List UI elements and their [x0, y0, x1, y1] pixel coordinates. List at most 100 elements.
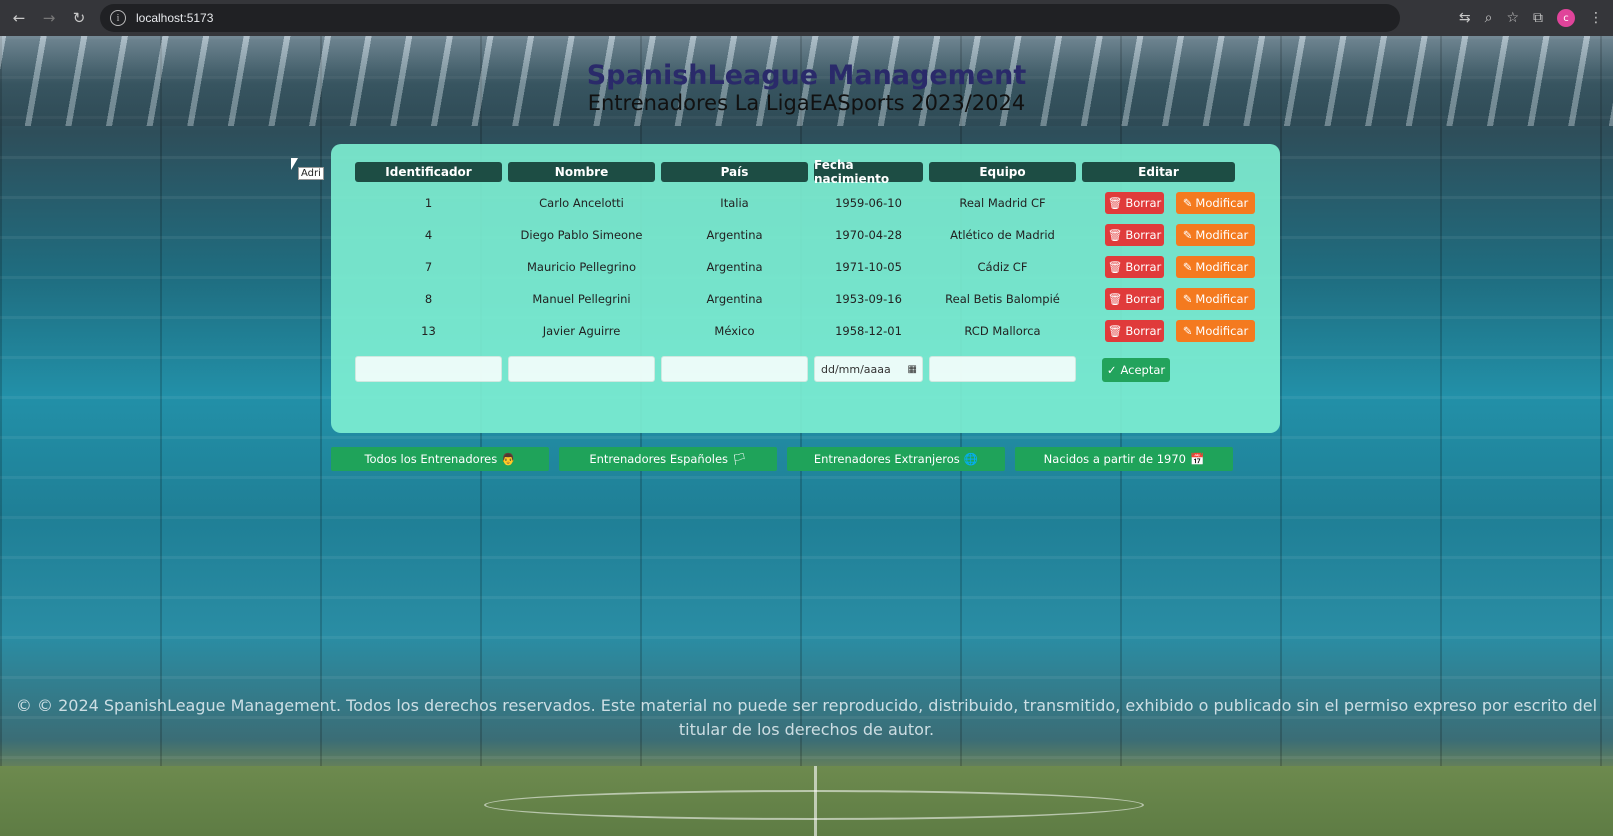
pais-input[interactable]	[661, 356, 808, 382]
cell-equipo: Atlético de Madrid	[950, 228, 1055, 242]
edit-button[interactable]: ✎ Modificar	[1176, 288, 1255, 310]
extensions-icon[interactable]: ⧉	[1533, 10, 1543, 26]
edit-label: Modificar	[1195, 260, 1249, 274]
cell-id: 7	[424, 260, 433, 274]
table-row: 13 Javier Aguirre México 1958-12-01 RCD …	[331, 315, 1280, 347]
accept-button[interactable]: ✓ Aceptar	[1102, 358, 1170, 382]
browser-toolbar: ← → ↻ i localhost:5173 ⇆ ⌕ ☆ ⧉ c ⋮	[0, 0, 1613, 36]
pencil-icon: ✎	[1182, 292, 1193, 306]
trash-icon: 🗑	[1107, 196, 1123, 210]
cell-pais: Argentina	[706, 228, 763, 242]
header-equipo: Equipo	[929, 162, 1076, 182]
cell-nombre: Javier Aguirre	[542, 324, 621, 338]
address-bar[interactable]: i localhost:5173	[100, 4, 1400, 32]
edit-label: Modificar	[1195, 324, 1249, 338]
page-background: SpanishLeague Management Entrenadores La…	[0, 36, 1613, 836]
header-nombre: Nombre	[508, 162, 655, 182]
filter-born-after-1970-button[interactable]: Nacidos a partir de 1970 📅	[1015, 447, 1233, 471]
table-row: 8 Manuel Pellegrini Argentina 1953-09-16…	[331, 283, 1280, 315]
flag-icon: 🏳	[732, 452, 747, 466]
pencil-icon: ✎	[1182, 324, 1193, 338]
filter-label: Entrenadores Españoles	[589, 452, 729, 466]
table-row: 4 Diego Pablo Simeone Argentina 1970-04-…	[331, 219, 1280, 251]
url-text: localhost:5173	[136, 11, 214, 25]
cell-fecha: 1971-10-05	[835, 260, 902, 274]
page-title: SpanishLeague Management	[586, 60, 1027, 91]
header-fecha-nacimiento: Fecha nacimiento	[814, 158, 923, 186]
cell-equipo: RCD Mallorca	[964, 324, 1041, 338]
edit-button[interactable]: ✎ Modificar	[1176, 320, 1255, 342]
back-icon[interactable]: ←	[8, 7, 30, 29]
site-info-icon[interactable]: i	[110, 10, 126, 26]
translate-icon[interactable]: ⇆	[1459, 10, 1471, 26]
delete-label: Borrar	[1125, 292, 1162, 306]
cell-nombre: Mauricio Pellegrino	[526, 260, 636, 274]
check-icon: ✓	[1106, 363, 1117, 377]
pencil-icon: ✎	[1182, 260, 1193, 274]
mouse-cursor-icon	[291, 158, 298, 170]
page-subtitle: Entrenadores La LigaEASports 2023/2024	[587, 91, 1026, 115]
cell-equipo: Cádiz CF	[977, 260, 1028, 274]
menu-kebab-icon[interactable]: ⋮	[1589, 10, 1603, 26]
cell-pais: Argentina	[706, 260, 763, 274]
edit-label: Modificar	[1195, 292, 1249, 306]
equipo-input[interactable]	[929, 356, 1076, 382]
cell-fecha: 1959-06-10	[835, 196, 902, 210]
new-coach-form: dd/mm/aaaa ▦ ✓ Aceptar	[331, 356, 1280, 382]
trash-icon: 🗑	[1107, 292, 1123, 306]
header-editar: Editar	[1082, 162, 1235, 182]
filter-all-coaches-button[interactable]: Todos los Entrenadores 👨	[331, 447, 549, 471]
trash-icon: 🗑	[1107, 228, 1123, 242]
trash-icon: 🗑	[1107, 260, 1123, 274]
nombre-input[interactable]	[508, 356, 655, 382]
zoom-icon[interactable]: ⌕	[1485, 10, 1493, 26]
table-row: 1 Carlo Ancelotti Italia 1959-06-10 Real…	[331, 187, 1280, 219]
cell-nombre: Carlo Ancelotti	[539, 196, 624, 210]
delete-label: Borrar	[1125, 228, 1162, 242]
copyright-footer: © © 2024 SpanishLeague Management. Todos…	[15, 696, 1598, 739]
cell-pais: Argentina	[706, 292, 763, 306]
filter-spanish-coaches-button[interactable]: Entrenadores Españoles 🏳	[559, 447, 777, 471]
delete-button[interactable]: 🗑 Borrar	[1105, 288, 1164, 310]
delete-label: Borrar	[1125, 324, 1162, 338]
cell-nombre: Diego Pablo Simeone	[520, 228, 643, 242]
calendar-icon: 📅	[1189, 452, 1205, 466]
cell-fecha: 1970-04-28	[835, 228, 902, 242]
edit-button[interactable]: ✎ Modificar	[1176, 256, 1255, 278]
delete-label: Borrar	[1125, 260, 1162, 274]
pencil-icon: ✎	[1182, 196, 1193, 210]
id-input[interactable]	[355, 356, 502, 382]
table-row: 7 Mauricio Pellegrino Argentina 1971-10-…	[331, 251, 1280, 283]
pencil-icon: ✎	[1182, 228, 1193, 242]
filter-label: Entrenadores Extranjeros	[813, 452, 960, 466]
forward-icon[interactable]: →	[38, 7, 60, 29]
filter-foreign-coaches-button[interactable]: Entrenadores Extranjeros 🌐	[787, 447, 1005, 471]
cell-pais: Italia	[720, 196, 749, 210]
profile-avatar[interactable]: c	[1557, 9, 1575, 27]
fecha-date-input[interactable]: dd/mm/aaaa ▦	[814, 356, 923, 382]
edit-label: Modificar	[1195, 196, 1249, 210]
filter-label: Nacidos a partir de 1970	[1043, 452, 1186, 466]
edit-button[interactable]: ✎ Modificar	[1176, 192, 1255, 214]
delete-label: Borrar	[1125, 196, 1162, 210]
delete-button[interactable]: 🗑 Borrar	[1105, 320, 1164, 342]
cell-id: 1	[424, 196, 433, 210]
coaches-panel: Identificador Nombre País Fecha nacimien…	[331, 144, 1280, 433]
calendar-icon[interactable]: ▦	[908, 364, 917, 375]
cell-id: 4	[424, 228, 433, 242]
cell-id: 13	[421, 324, 436, 338]
reload-icon[interactable]: ↻	[68, 7, 90, 29]
trash-icon: 🗑	[1107, 324, 1123, 338]
edit-button[interactable]: ✎ Modificar	[1176, 224, 1255, 246]
delete-button[interactable]: 🗑 Borrar	[1105, 224, 1164, 246]
bookmark-star-icon[interactable]: ☆	[1506, 10, 1519, 26]
filter-label: Todos los Entrenadores	[364, 452, 498, 466]
tooltip: Adri	[298, 167, 324, 180]
center-circle	[484, 790, 1144, 820]
delete-button[interactable]: 🗑 Borrar	[1105, 256, 1164, 278]
delete-button[interactable]: 🗑 Borrar	[1105, 192, 1164, 214]
pitch	[0, 766, 1613, 836]
accept-label: Aceptar	[1120, 363, 1166, 377]
person-icon: 👨	[501, 452, 516, 466]
cell-pais: México	[714, 324, 755, 338]
